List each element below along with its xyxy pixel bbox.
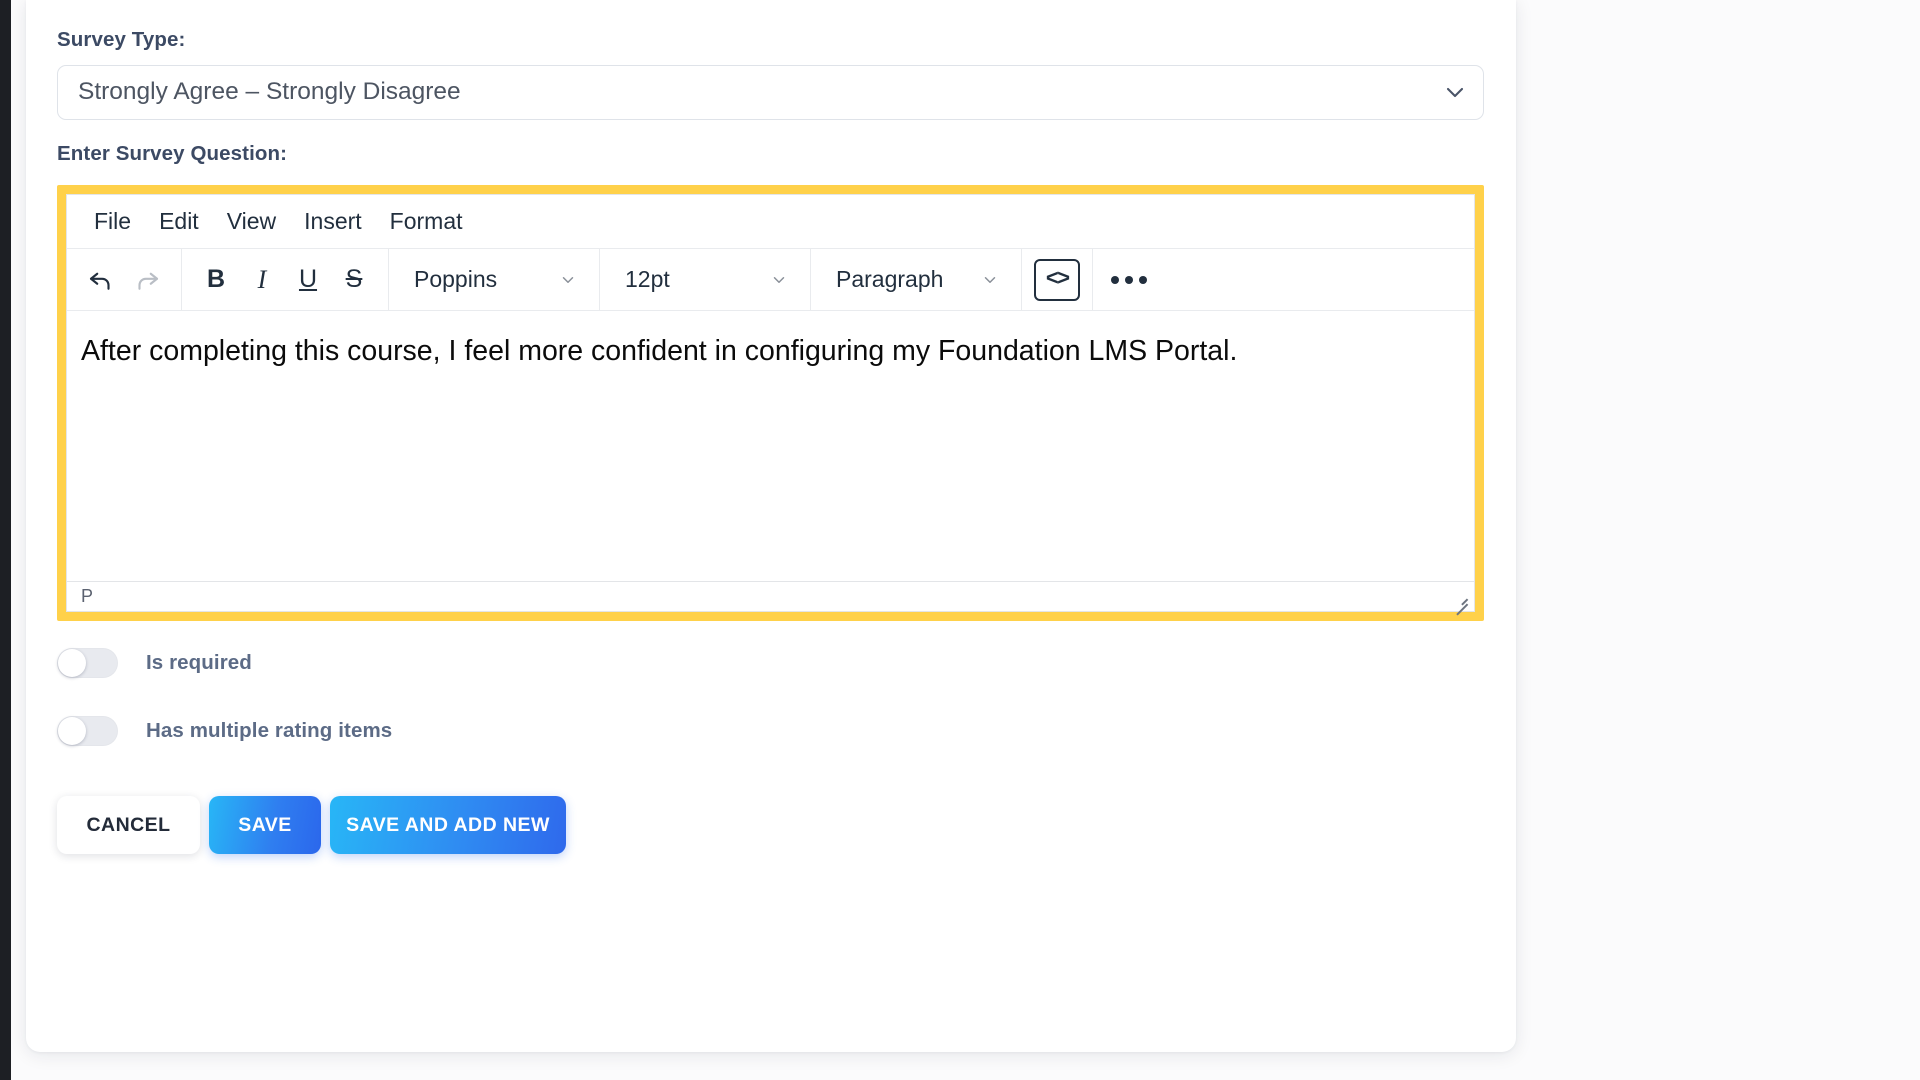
survey-question-card: Survey Type: Strongly Agree – Strongly D…: [26, 0, 1516, 1052]
editor-menubar: File Edit View Insert Format: [67, 195, 1474, 249]
save-and-add-new-button[interactable]: SAVE AND ADD NEW: [330, 796, 566, 854]
is-required-toggle[interactable]: [57, 648, 118, 678]
bold-button[interactable]: B: [194, 258, 238, 302]
resize-handle-icon[interactable]: [1451, 590, 1469, 608]
cancel-button[interactable]: CANCEL: [57, 796, 200, 854]
has-multiple-rating-items-row: Has multiple rating items: [57, 716, 1485, 746]
menu-file[interactable]: File: [81, 204, 144, 239]
font-size-select[interactable]: 12pt: [612, 258, 798, 302]
bold-label: B: [206, 265, 226, 293]
editor-content-text: After completing this course, I feel mor…: [81, 335, 1238, 367]
survey-type-select-wrapper: Strongly Agree – Strongly Disagree: [57, 64, 1484, 120]
menu-view[interactable]: View: [214, 204, 289, 239]
editor-toolbar: B I U S Poppins 12pt Paragraph <>: [67, 249, 1474, 311]
toolbar-group-history: [67, 249, 182, 310]
survey-question-label: Enter Survey Question:: [57, 141, 288, 165]
chevron-down-icon: [981, 271, 999, 289]
question-editor-focus-ring: File Edit View Insert Format B I U S Pop…: [57, 185, 1484, 621]
survey-type-label: Survey Type:: [57, 28, 186, 51]
survey-type-select[interactable]: Strongly Agree – Strongly Disagree: [57, 64, 1484, 120]
block-format-select[interactable]: Paragraph: [823, 258, 1009, 302]
dot: [1139, 275, 1147, 284]
italic-button[interactable]: I: [240, 258, 284, 302]
page-left-gutter: [0, 0, 11, 1080]
toolbar-group-source-code: <>: [1022, 249, 1093, 310]
form-actions: CANCEL SAVE SAVE AND ADD NEW: [57, 796, 1485, 854]
save-button[interactable]: SAVE: [209, 796, 321, 854]
undo-arrow-icon[interactable]: [79, 258, 123, 302]
strikethrough-label: S: [345, 265, 363, 293]
toolbar-group-block-format: Paragraph: [811, 249, 1022, 310]
toolbar-group-more: [1093, 249, 1165, 310]
element-path[interactable]: P: [81, 586, 93, 607]
font-family-value: Poppins: [414, 266, 498, 292]
toolbar-group-font-family: Poppins: [389, 249, 600, 310]
underline-label: U: [298, 265, 318, 293]
toolbar-group-text-style: B I U S: [182, 249, 389, 310]
survey-type-selected-value: Strongly Agree – Strongly Disagree: [78, 78, 461, 105]
dot: [1111, 275, 1119, 284]
font-family-select[interactable]: Poppins: [401, 258, 587, 302]
chevron-down-icon: [770, 271, 788, 289]
editor-content-area[interactable]: After completing this course, I feel mor…: [67, 311, 1474, 581]
source-code-icon[interactable]: <>: [1034, 258, 1080, 301]
toggle-knob: [58, 649, 86, 677]
editor-statusbar: P: [67, 581, 1474, 611]
italic-label: I: [257, 264, 267, 294]
menu-insert[interactable]: Insert: [291, 204, 375, 239]
has-multiple-rating-items-label: Has multiple rating items: [146, 719, 393, 742]
font-size-value: 12pt: [625, 266, 670, 292]
menu-format[interactable]: Format: [377, 204, 476, 239]
strikethrough-button[interactable]: S: [332, 258, 376, 302]
is-required-label: Is required: [146, 651, 252, 674]
toggle-knob: [58, 717, 86, 745]
is-required-row: Is required: [57, 648, 1485, 678]
has-multiple-rating-items-toggle[interactable]: [57, 716, 118, 746]
rich-text-editor: File Edit View Insert Format B I U S Pop…: [66, 194, 1475, 612]
dot: [1125, 275, 1133, 284]
source-code-label: <>: [1045, 267, 1070, 292]
menu-edit[interactable]: Edit: [146, 204, 212, 239]
chevron-down-icon: [559, 271, 577, 289]
underline-button[interactable]: U: [286, 258, 330, 302]
block-format-value: Paragraph: [836, 266, 944, 292]
redo-arrow-icon[interactable]: [125, 258, 169, 302]
toolbar-group-font-size: 12pt: [600, 249, 811, 310]
more-options-icon[interactable]: [1105, 258, 1153, 302]
